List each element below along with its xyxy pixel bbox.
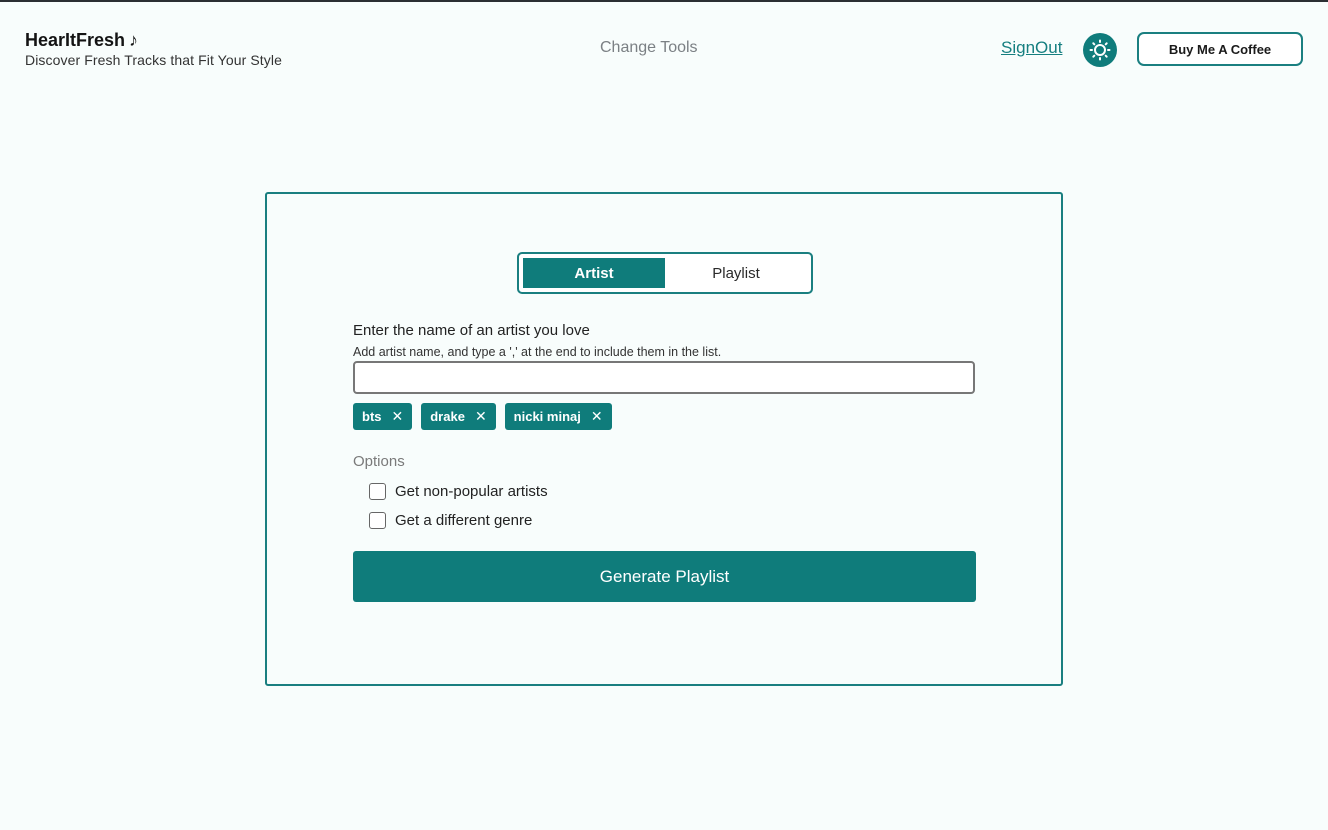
generator-card: Artist Playlist Enter the name of an art… <box>265 192 1063 686</box>
option-label: Get a different genre <box>395 512 533 529</box>
artist-field-hint: Add artist name, and type a ',' at the e… <box>353 345 722 359</box>
mode-toggle: Artist Playlist <box>517 252 813 294</box>
brand: HearItFresh ♪ Discover Fresh Tracks that… <box>25 30 282 68</box>
option-non-popular-artists[interactable]: Get non-popular artists <box>369 483 548 500</box>
generate-playlist-button[interactable]: Generate Playlist <box>353 551 976 602</box>
artist-chip-label: bts <box>362 409 382 424</box>
artist-chip-label: drake <box>430 409 465 424</box>
remove-chip-icon[interactable]: ✕ <box>591 408 603 425</box>
sun-icon <box>1089 39 1111 61</box>
artist-chip-list: bts ✕ drake ✕ nicki minaj ✕ <box>353 403 612 430</box>
option-different-genre[interactable]: Get a different genre <box>369 512 532 529</box>
brand-subtitle: Discover Fresh Tracks that Fit Your Styl… <box>25 52 282 68</box>
remove-chip-icon[interactable]: ✕ <box>475 408 487 425</box>
artist-chip-label: nicki minaj <box>513 409 581 424</box>
change-tools-link[interactable]: Change Tools <box>600 39 698 57</box>
buy-me-a-coffee-button[interactable]: Buy Me A Coffee <box>1137 32 1303 66</box>
music-note-icon: ♪ <box>129 30 139 50</box>
remove-chip-icon[interactable]: ✕ <box>392 408 404 425</box>
brand-name: HearItFresh <box>25 30 126 50</box>
artist-field-label: Enter the name of an artist you love <box>353 322 590 339</box>
artist-input[interactable] <box>353 361 975 394</box>
artist-chip: drake ✕ <box>421 403 496 430</box>
brand-title: HearItFresh ♪ <box>25 30 282 51</box>
options-label: Options <box>353 453 405 470</box>
artist-chip: nicki minaj ✕ <box>504 403 612 430</box>
checkbox[interactable] <box>369 512 386 529</box>
theme-toggle-button[interactable] <box>1083 33 1117 67</box>
checkbox[interactable] <box>369 483 386 500</box>
tab-playlist[interactable]: Playlist <box>665 258 807 288</box>
artist-chip: bts ✕ <box>353 403 413 430</box>
signout-link[interactable]: SignOut <box>1001 38 1062 58</box>
tab-artist[interactable]: Artist <box>523 258 665 288</box>
option-label: Get non-popular artists <box>395 483 548 500</box>
